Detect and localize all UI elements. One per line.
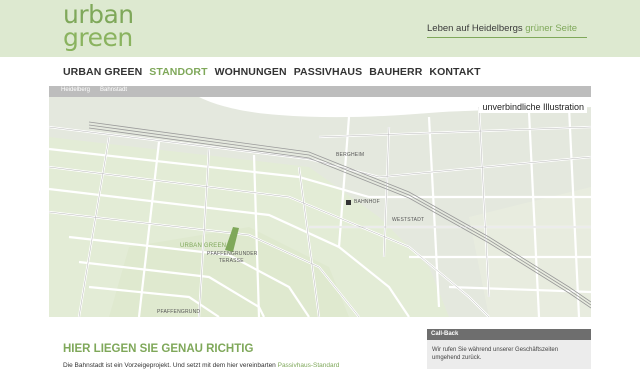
callback-title: Call-Back: [427, 329, 591, 340]
breadcrumb-item-bahnstadt[interactable]: Bahnstadt: [100, 87, 127, 93]
map-caption: unverbindliche Illustration: [479, 101, 587, 113]
passivhaus-link[interactable]: Passivhaus-Standard: [278, 362, 340, 369]
nav-item-standort[interactable]: STANDORT: [149, 66, 207, 80]
logo[interactable]: urban green: [63, 2, 143, 57]
section-body-text: Die Bahnstadt ist ein Vorzeigeprojekt. U…: [63, 362, 278, 369]
nav-item-passivhaus[interactable]: PASSIVHAUS: [294, 66, 363, 80]
callback-box[interactable]: Call-Back Wir rufen Sie während unserer …: [427, 329, 591, 369]
logo-line-green: green: [63, 23, 133, 52]
nav-item-bauherr[interactable]: BAUHERR: [369, 66, 422, 80]
map-label-bergheim: BERGHEIM: [336, 152, 365, 158]
section-body: Die Bahnstadt ist ein Vorzeigeprojekt. U…: [63, 362, 339, 369]
breadcrumb: Heidelberg Bahnstadt: [49, 86, 591, 97]
map-label-terrace-1: PFAFFENGRUNDER: [207, 251, 258, 257]
map-label-weststadt: WESTSTADT: [392, 217, 425, 223]
map-label-terrace-2: TERASSE: [219, 258, 244, 264]
section-heading: HIER LIEGEN SIE GENAU RICHTIG: [63, 343, 254, 355]
nav-item-kontakt[interactable]: KONTAKT: [429, 66, 480, 80]
breadcrumb-item-heidelberg[interactable]: Heidelberg: [61, 87, 90, 93]
callback-text: Wir rufen Sie während unserer Geschäftsz…: [432, 347, 559, 361]
tagline-accent: grüner Seite: [525, 23, 578, 34]
site-header: urban green Leben auf Heidelbergs grüner…: [0, 0, 640, 57]
map-label-pfaffengrund: PFAFFENGRUND: [157, 309, 201, 315]
station-marker: [346, 200, 351, 205]
map-graphic: [49, 97, 591, 317]
main-nav: URBAN GREEN STANDORT WOHNUNGEN PASSIVHAU…: [63, 66, 481, 80]
location-map: unverbindliche Illustration URBAN GREEN …: [49, 97, 591, 317]
map-label-site: URBAN GREEN: [180, 243, 227, 249]
tagline-text: Leben auf Heidelbergs: [427, 23, 526, 34]
nav-item-urban-green[interactable]: URBAN GREEN: [63, 66, 142, 80]
nav-item-wohnungen[interactable]: WOHNUNGEN: [215, 66, 287, 80]
tagline: Leben auf Heidelbergs grüner Seite: [427, 16, 587, 38]
map-label-station: BAHNHOF: [354, 199, 380, 205]
